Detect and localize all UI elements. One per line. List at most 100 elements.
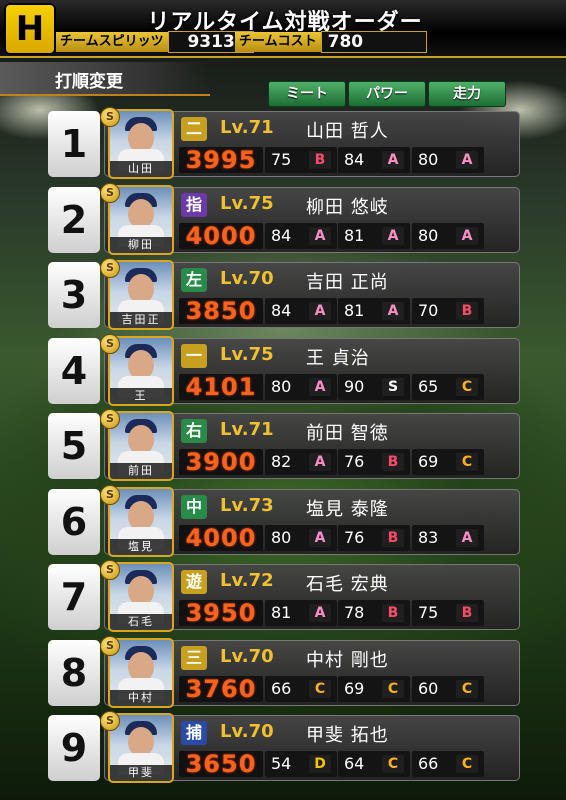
stat-pow-value: 81 bbox=[344, 225, 365, 245]
stat-speed-grade: A bbox=[456, 528, 478, 547]
player-level: Lv.70 bbox=[220, 268, 274, 289]
stat-speed-grade: B bbox=[456, 604, 478, 622]
stat-pow-value: 69 bbox=[344, 678, 365, 698]
player-name: 吉田 正尚 bbox=[306, 272, 389, 293]
player-level: Lv.75 bbox=[220, 192, 274, 214]
stat-pow-grade: C bbox=[382, 679, 404, 698]
overall-power: 3850 bbox=[179, 298, 263, 324]
stat-pow-value: 76 bbox=[344, 527, 365, 547]
card-player-name: 王 bbox=[110, 387, 172, 404]
stat-pow-grade: S bbox=[382, 377, 404, 396]
lineup-row[interactable]: 3 吉田正 S 左 Lv.70 吉田 正尚 3850 84 A 81 A 70 B bbox=[48, 258, 520, 330]
coin-icon: S bbox=[100, 258, 120, 278]
stat-pow: 64 C bbox=[338, 751, 410, 777]
stat-meet-value: 84 bbox=[271, 225, 292, 245]
position-badge: 右 bbox=[181, 419, 207, 443]
overall-power: 3760 bbox=[179, 675, 263, 702]
coin-icon: S bbox=[100, 333, 120, 354]
stat-pow-grade: A bbox=[382, 151, 404, 169]
sort-power-button[interactable]: パワー bbox=[348, 81, 426, 107]
card-player-name: 山田 bbox=[110, 161, 172, 177]
coin-icon: S bbox=[100, 107, 120, 127]
stat-speed: 65 C bbox=[412, 373, 484, 400]
batting-order-number: 8 bbox=[48, 639, 100, 706]
card-player-name: 石毛 bbox=[110, 614, 172, 630]
position-badge: 左 bbox=[181, 268, 207, 292]
stat-meet-grade: A bbox=[309, 604, 331, 622]
stat-meet-grade: C bbox=[309, 679, 331, 698]
lineup-row[interactable]: 1 山田 S 二 Lv.71 山田 哲人 3995 75 B 84 A 80 A bbox=[48, 107, 520, 179]
team-spirits: チームスピリッツ 93137 bbox=[56, 31, 254, 53]
card-player-name: 塩見 bbox=[110, 538, 172, 555]
lineup-row[interactable]: 5 前田 S 右 Lv.71 前田 智徳 3900 82 A 76 B 69 C bbox=[48, 409, 520, 481]
lineup-row[interactable]: 6 塩見 S 中 Lv.73 塩見 泰隆 4000 80 A 76 B 83 A bbox=[48, 484, 520, 557]
player-name: 王 貞治 bbox=[306, 347, 370, 369]
batting-order-number: 3 bbox=[48, 262, 100, 328]
position-badge: 中 bbox=[181, 494, 207, 519]
stat-meet-value: 82 bbox=[271, 452, 292, 471]
stat-speed: 80 A bbox=[412, 222, 484, 249]
stat-speed-grade: A bbox=[456, 151, 478, 169]
lineup-row[interactable]: 9 甲斐 S 捕 Lv.70 甲斐 拓也 3650 54 D 64 C 66 C bbox=[48, 711, 520, 783]
team-cost-value: 780 bbox=[320, 31, 427, 53]
stat-meet-value: 84 bbox=[271, 301, 292, 320]
stat-pow: 81 A bbox=[338, 298, 410, 324]
stat-meet-grade: A bbox=[309, 528, 331, 547]
player-name: 石毛 宏典 bbox=[306, 574, 389, 595]
stat-meet-value: 81 bbox=[271, 603, 292, 622]
stat-meet: 75 B bbox=[265, 147, 337, 173]
stat-meet-grade: A bbox=[309, 453, 331, 471]
coin-icon: S bbox=[100, 484, 120, 505]
coin-icon: S bbox=[100, 560, 120, 580]
lineup-row[interactable]: 7 石毛 S 遊 Lv.72 石毛 宏典 3950 81 A 78 B 75 B bbox=[48, 560, 520, 632]
position-badge: 捕 bbox=[181, 721, 207, 745]
stat-speed-value: 80 bbox=[418, 225, 439, 245]
stat-speed-grade: B bbox=[456, 302, 478, 320]
team-spirits-label: チームスピリッツ bbox=[56, 32, 168, 52]
batting-order-number: 2 bbox=[48, 186, 100, 253]
player-name: 中村 剛也 bbox=[306, 649, 389, 671]
card-player-name: 吉田正 bbox=[110, 312, 172, 328]
batting-order-number: 5 bbox=[48, 413, 100, 479]
sort-speed-button[interactable]: 走力 bbox=[428, 81, 506, 107]
lineup-row[interactable]: 8 中村 S 三 Lv.70 中村 剛也 3760 66 C 69 C 60 C bbox=[48, 635, 520, 708]
stat-speed-value: 60 bbox=[418, 678, 439, 698]
position-badge: 指 bbox=[181, 192, 207, 217]
overall-power: 3900 bbox=[179, 449, 263, 475]
stat-meet-grade: A bbox=[309, 226, 331, 245]
stat-speed-value: 75 bbox=[418, 603, 439, 622]
player-name: 柳田 悠岐 bbox=[306, 196, 389, 218]
stat-meet-grade: D bbox=[309, 755, 331, 773]
batting-order-number: 4 bbox=[48, 337, 100, 404]
lineup-row[interactable]: 2 柳田 S 指 Lv.75 柳田 悠岐 4000 84 A 81 A 80 A bbox=[48, 182, 520, 255]
overall-power: 4000 bbox=[179, 524, 263, 551]
player-name: 塩見 泰隆 bbox=[306, 498, 389, 520]
stat-meet: 84 A bbox=[265, 222, 337, 249]
stat-speed-value: 70 bbox=[418, 301, 439, 320]
stat-speed-value: 65 bbox=[418, 376, 439, 396]
stat-pow: 90 S bbox=[338, 373, 410, 400]
card-player-name: 前田 bbox=[110, 463, 172, 479]
batting-order-number: 6 bbox=[48, 488, 100, 555]
lineup-row[interactable]: 4 王 S 一 Lv.75 王 貞治 4101 80 A 90 S 65 C bbox=[48, 333, 520, 406]
coin-icon: S bbox=[100, 182, 120, 203]
stat-pow-value: 78 bbox=[344, 603, 365, 622]
stat-meet-grade: B bbox=[309, 151, 331, 169]
stat-pow-value: 76 bbox=[344, 452, 365, 471]
player-name: 山田 哲人 bbox=[306, 121, 389, 142]
stat-meet-value: 80 bbox=[271, 527, 292, 547]
player-level: Lv.73 bbox=[220, 494, 274, 516]
sort-meet-button[interactable]: ミート bbox=[268, 81, 346, 107]
batting-order-number: 7 bbox=[48, 564, 100, 630]
stat-speed-value: 69 bbox=[418, 452, 439, 471]
stat-pow-grade: A bbox=[382, 302, 404, 320]
stat-meet-value: 75 bbox=[271, 150, 292, 169]
stat-pow: 84 A bbox=[338, 147, 410, 173]
stat-pow-grade: B bbox=[382, 604, 404, 622]
stat-speed-grade: C bbox=[456, 377, 478, 396]
stat-meet-value: 80 bbox=[271, 376, 292, 396]
batting-order-change-tab[interactable]: 打順変更 bbox=[0, 62, 210, 96]
coin-icon: S bbox=[100, 409, 120, 429]
stat-pow-value: 64 bbox=[344, 754, 365, 773]
card-player-name: 中村 bbox=[110, 689, 172, 706]
